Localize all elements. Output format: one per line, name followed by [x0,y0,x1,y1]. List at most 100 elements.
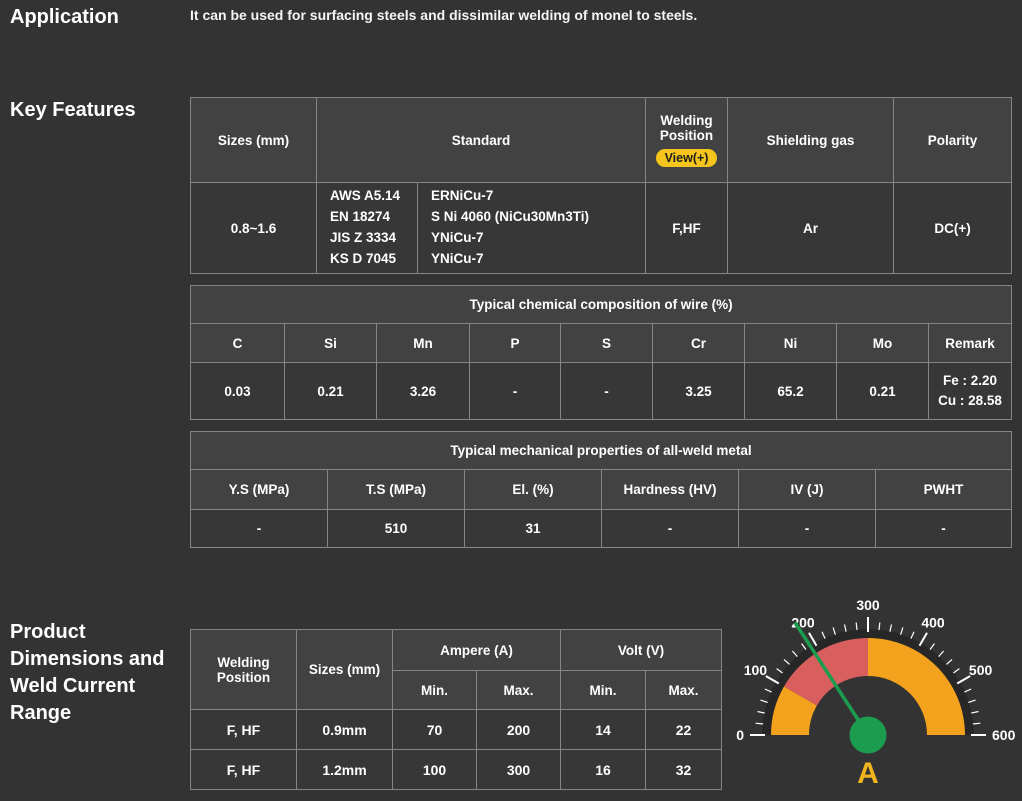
product-range-heading: Product Dimensions and Weld Current Rang… [10,619,182,727]
col-pwht: PWHT [876,470,1012,510]
chemical-table-title: Typical chemical composition of wire (%) [191,286,1012,324]
gauge-tick [822,632,825,639]
welding-position-value: F,HF [646,183,728,274]
gauge-tick [845,625,847,632]
col-volt-max: Max. [646,671,722,710]
col-cr: Cr [653,324,745,363]
value-cr: 3.25 [653,363,745,420]
application-description: It can be used for surfacing steels and … [190,7,697,23]
col-polarity: Polarity [894,98,1012,183]
value-ys: - [191,510,328,548]
value-el: 31 [465,510,602,548]
gauge-tick [920,633,928,646]
gauge-tick [930,644,934,650]
gauge-tick [777,669,783,673]
col-ampere-max: Max. [477,671,561,710]
gauge-tick [911,632,914,639]
gauge-tick [973,723,981,724]
table-row: F, HF 1.2mm 100 300 16 32 [191,750,722,790]
gauge-tick-label: 200 [791,614,815,630]
gauge-tick [784,659,790,664]
col-remark: Remark [929,324,1012,363]
gauge-tick [833,628,835,635]
application-heading: Application [10,4,119,31]
polarity-value: DC(+) [894,183,1012,274]
gauge-tick [946,659,952,664]
col-shielding-gas: Shielding gas [728,98,894,183]
gauge-tick [879,623,880,631]
col-ts: T.S (MPa) [328,470,465,510]
gauge-tick [792,651,797,657]
gauge-tick-label: 400 [921,614,945,630]
col-c: C [191,324,285,363]
gauge-unit-label: A [857,757,879,790]
value-hardness: - [602,510,739,548]
gauge-tick [939,651,944,657]
col-p: P [470,324,561,363]
gauge-tick [890,625,892,632]
gauge-tick-label: 600 [992,727,1016,743]
value-mo: 0.21 [837,363,929,420]
col-ampere: Ampere (A) [393,630,561,671]
value-ni: 65.2 [745,363,837,420]
gauge-tick [856,623,857,631]
col-ampere-min: Min. [393,671,477,710]
gauge-tick [766,676,779,684]
value-si: 0.21 [285,363,377,420]
value-p: - [470,363,561,420]
gauge-tick [901,628,903,635]
gauge-tick-label: 0 [736,727,744,743]
chemical-composition-table: Typical chemical composition of wire (%)… [190,285,1012,420]
standard-designations: ERNiCu-7 S Ni 4060 (NiCu30Mn3Ti) YNiCu-7… [418,183,646,274]
standard-codes: AWS A5.14 EN 18274 JIS Z 3334 KS D 7045 [317,183,418,274]
gauge-tick [761,700,768,702]
col-volt: Volt (V) [561,630,722,671]
col-welding-position: Welding Position [191,630,297,710]
col-ni: Ni [745,324,837,363]
shielding-gas-value: Ar [728,183,894,274]
gauge-tick [765,689,772,692]
gauge-tick-label: 100 [744,662,768,678]
mechanical-properties-table: Typical mechanical properties of all-wel… [190,431,1012,548]
col-el: El. (%) [465,470,602,510]
gauge-tick [756,723,764,724]
col-ys: Y.S (MPa) [191,470,328,510]
gauge-tick [953,669,959,673]
value-c: 0.03 [191,363,285,420]
gauge-tick [964,689,971,692]
col-mo: Mo [837,324,929,363]
gauge-tick [758,712,765,714]
col-volt-min: Min. [561,671,646,710]
col-sizes: Sizes (mm) [191,98,317,183]
value-pwht: - [876,510,1012,548]
ampere-gauge: 0 100 200 300 400 500 600 A [718,590,1018,796]
gauge-tick [968,700,975,702]
mechanical-table-title: Typical mechanical properties of all-wel… [191,432,1012,470]
view-position-badge[interactable]: View(+) [656,149,718,167]
col-sizes: Sizes (mm) [297,630,393,710]
gauge-tick [802,644,806,650]
gauge-tick [971,712,978,714]
col-mn: Mn [377,324,470,363]
col-hardness: Hardness (HV) [602,470,739,510]
gauge-svg: 0 100 200 300 400 500 600 A [718,590,1018,796]
key-features-heading: Key Features [10,97,136,124]
gauge-tick-label: 500 [969,662,993,678]
weld-current-range-table: Welding Position Sizes (mm) Ampere (A) V… [190,629,722,790]
value-mn: 3.26 [377,363,470,420]
col-standard: Standard [317,98,646,183]
col-s: S [561,324,653,363]
gauge-hub [850,717,887,754]
gauge-tick-label: 300 [856,597,880,613]
gauge-band [868,638,965,735]
col-iv: IV (J) [739,470,876,510]
value-s: - [561,363,653,420]
welding-position-label: Welding Position [660,113,713,143]
sizes-value: 0.8~1.6 [191,183,317,274]
col-si: Si [285,324,377,363]
value-remark: Fe : 2.20 Cu : 28.58 [929,363,1012,420]
table-row: F, HF 0.9mm 70 200 14 22 [191,710,722,750]
spec-table: Sizes (mm) Standard Welding Position Vie… [190,97,1012,274]
value-ts: 510 [328,510,465,548]
col-welding-position: Welding Position View(+) [646,98,728,183]
